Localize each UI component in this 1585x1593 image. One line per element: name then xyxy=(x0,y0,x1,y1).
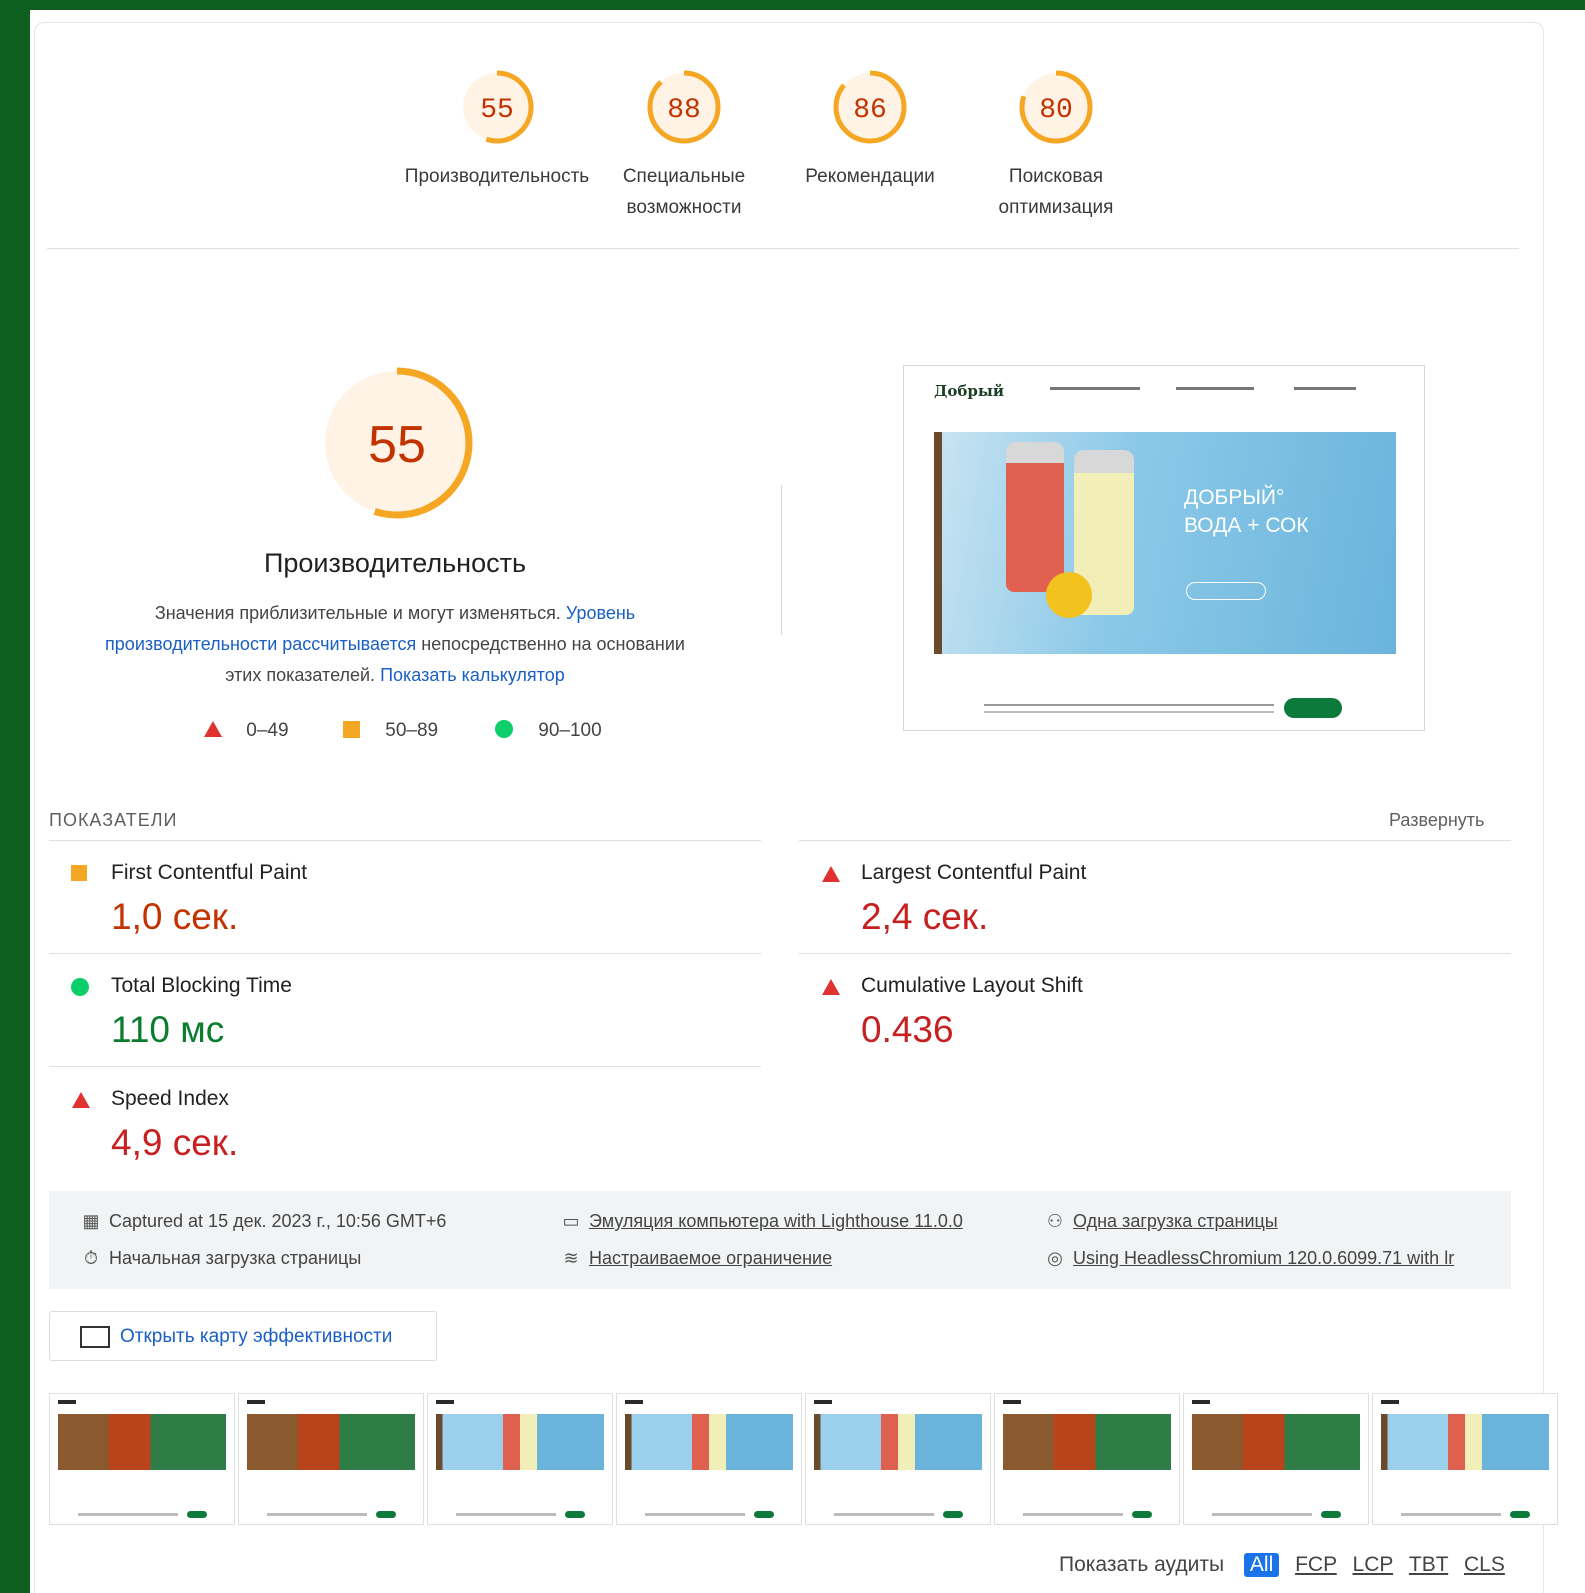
divider-vertical xyxy=(781,485,782,635)
chrome-icon: ◎ xyxy=(1047,1248,1063,1268)
open-treemap-button[interactable]: Открыть карту эффективности xyxy=(49,1311,437,1361)
gauge-score: 80 xyxy=(1039,95,1073,126)
filter-cls[interactable]: CLS xyxy=(1464,1553,1505,1576)
metrics-title: ПОКАЗАТЕЛИ xyxy=(49,810,178,830)
metric-cls: Cumulative Layout Shift 0.436 xyxy=(799,953,1511,1065)
site-logo: Добрый xyxy=(934,382,1004,400)
initial-load: ⏱ Начальная загрузка страницы xyxy=(81,1248,361,1269)
square-icon xyxy=(343,721,360,738)
filter-all[interactable]: All xyxy=(1243,1553,1280,1577)
filmstrip-thumbnail xyxy=(616,1393,802,1525)
triangle-icon xyxy=(204,721,222,737)
circle-icon xyxy=(495,720,513,738)
divider xyxy=(47,248,1519,249)
triangle-icon xyxy=(72,1092,90,1108)
filmstrip-thumbnail xyxy=(49,1393,235,1525)
expand-button[interactable]: Развернуть xyxy=(1389,810,1484,831)
square-icon xyxy=(71,865,87,881)
gauge-score: 55 xyxy=(480,95,514,126)
final-screenshot[interactable]: Добрый ДОБРЫЙ° ВОДА + СОК xyxy=(903,365,1425,731)
legend-pass: 90–100 xyxy=(495,720,602,742)
accept-button xyxy=(1284,698,1342,718)
triangle-icon xyxy=(822,866,840,882)
performance-score: 55 xyxy=(368,416,426,474)
throttling-info[interactable]: ≋ Настраиваемое ограничение xyxy=(561,1248,832,1269)
legend-average: 50–89 xyxy=(343,720,438,742)
gauge-label: Специальные возможности xyxy=(622,166,746,218)
nav-item xyxy=(1294,387,1356,390)
stopwatch-icon: ⏱ xyxy=(83,1248,99,1268)
hero-banner: ДОБРЫЙ° ВОДА + СОК xyxy=(934,432,1396,654)
gauge-accessibility[interactable]: 88 Специальные возможности xyxy=(584,67,784,223)
gauge-performance[interactable]: 55 Производительность xyxy=(397,67,597,192)
metric-value: 1,0 сек. xyxy=(111,896,239,937)
gauge-best-practices[interactable]: 86 Рекомендации xyxy=(770,67,970,192)
filmstrip-thumbnail xyxy=(427,1393,613,1525)
filter-fcp[interactable]: FCP xyxy=(1295,1553,1337,1576)
performance-title: Производительность xyxy=(263,548,527,578)
metric-value: 110 мс xyxy=(111,1009,225,1050)
category-gauges: 55 Производительность 88 Специальные возм… xyxy=(35,23,1543,263)
show-calculator-link[interactable]: Показать калькулятор xyxy=(380,665,565,685)
devices-icon: ▭ xyxy=(562,1211,580,1231)
metric-value: 2,4 сек. xyxy=(861,896,989,937)
calendar-icon: ▦ xyxy=(82,1211,100,1231)
filmstrip-thumbnail xyxy=(238,1393,424,1525)
nav-item xyxy=(1176,387,1254,390)
metric-value: 4,9 сек. xyxy=(111,1122,239,1163)
bottle-image xyxy=(1006,442,1064,592)
filmstrip-thumbnail xyxy=(1183,1393,1369,1525)
gauge-label: Производительность xyxy=(404,166,590,187)
filmstrip-thumbnail xyxy=(1372,1393,1558,1525)
gauge-seo[interactable]: 80 Поисковая оптимизация xyxy=(956,67,1156,223)
metric-fcp: First Contentful Paint 1,0 сек. xyxy=(49,840,761,952)
gauge-score: 86 xyxy=(853,95,887,126)
people-icon: ⚇ xyxy=(1046,1211,1064,1231)
metric-value: 0.436 xyxy=(861,1009,954,1050)
metric-speed-index: Speed Index 4,9 сек. xyxy=(49,1066,761,1178)
browser-info[interactable]: ◎ Using HeadlessChromium 120.0.6099.71 wi… xyxy=(1045,1248,1454,1269)
filmstrip-thumbnail xyxy=(805,1393,991,1525)
gauge-label: Поисковая оптимизация xyxy=(998,166,1114,218)
emulation-info[interactable]: ▭ Эмуляция компьютера with Lighthouse 11.… xyxy=(561,1211,962,1232)
audit-filter-label: Показать аудиты xyxy=(1059,1553,1225,1576)
filter-lcp[interactable]: LCP xyxy=(1353,1553,1393,1576)
gauge-label: Рекомендации xyxy=(805,166,935,187)
metric-lcp: Largest Contentful Paint 2,4 сек. xyxy=(799,840,1511,952)
circle-icon xyxy=(71,978,89,996)
nav-item xyxy=(1050,387,1140,390)
metric-tbt: Total Blocking Time 110 мс xyxy=(49,953,761,1065)
captured-at: ▦ Captured at 15 дек. 2023 г., 10:56 GMT+… xyxy=(82,1211,447,1231)
lemon-image xyxy=(1046,572,1092,618)
legend-fail: 0–49 xyxy=(203,720,289,742)
performance-description: Значения приблизительные и могут изменят… xyxy=(105,603,685,685)
wifi-icon: ≋ xyxy=(563,1248,579,1268)
report-card: 55 Производительность 88 Специальные возм… xyxy=(34,22,1558,1593)
filter-tbt[interactable]: TBT xyxy=(1409,1553,1448,1576)
audit-filter: Показать аудиты All FCP LCP TBT CLS xyxy=(1059,1553,1505,1577)
filmstrip-thumbnail xyxy=(994,1393,1180,1525)
triangle-icon xyxy=(822,979,840,995)
gauge-score: 88 xyxy=(667,95,701,126)
hero-text: ДОБРЫЙ° ВОДА + СОК xyxy=(1184,486,1309,537)
single-load-info[interactable]: ⚇ Одна загрузка страницы xyxy=(1045,1211,1278,1232)
report-panel: 55 Производительность 88 Специальные возм… xyxy=(30,10,1585,1593)
runtime-settings: ▦ Captured at 15 дек. 2023 г., 10:56 GMT+… xyxy=(49,1191,1511,1289)
hero-button xyxy=(1186,582,1266,600)
treemap-icon xyxy=(80,1326,110,1348)
